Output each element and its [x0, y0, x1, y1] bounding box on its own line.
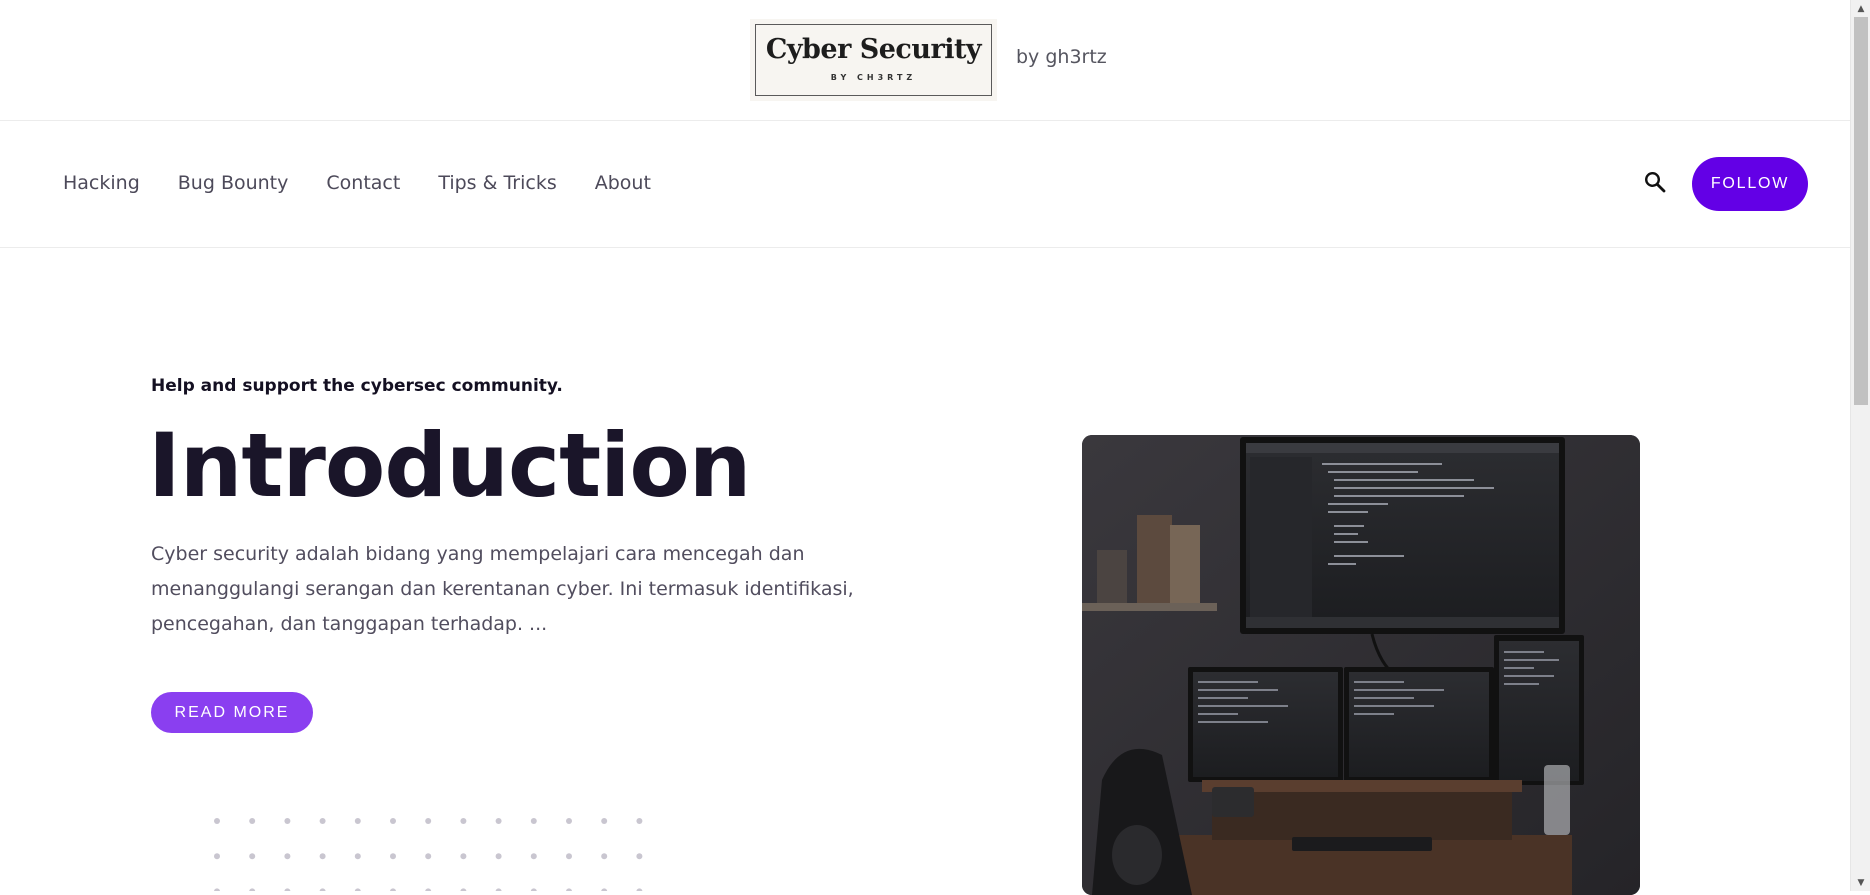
nav-menu: Hacking Bug Bounty Contact Tips & Tricks… — [63, 172, 689, 194]
scroll-down-arrow-icon[interactable]: ▼ — [1851, 874, 1870, 891]
logo-subtitle: BY CH3RTZ — [830, 73, 917, 82]
hero-title: Introduction — [148, 414, 751, 517]
main-nav: Hacking Bug Bounty Contact Tips & Tricks… — [0, 122, 1850, 248]
logo-title: Cyber Security — [765, 34, 982, 65]
hero-description: Cyber security adalah bidang yang mempel… — [151, 543, 854, 635]
hero-tagline: Help and support the cybersec community. — [151, 376, 563, 396]
site-logo[interactable]: Cyber Security BY CH3RTZ — [750, 19, 997, 101]
hero-image — [1082, 435, 1640, 895]
nav-item-hacking[interactable]: Hacking — [63, 172, 140, 194]
nav-item-about[interactable]: About — [595, 172, 651, 194]
scrollbar-thumb[interactable] — [1854, 17, 1868, 405]
vertical-scrollbar[interactable]: ▲ ▼ — [1850, 0, 1870, 891]
decorative-dot-grid — [214, 818, 643, 891]
logo-frame: Cyber Security BY CH3RTZ — [755, 24, 992, 96]
nav-item-contact[interactable]: Contact — [326, 172, 400, 194]
follow-button[interactable]: FOLLOW — [1692, 157, 1808, 211]
nav-item-tips-tricks[interactable]: Tips & Tricks — [438, 172, 556, 194]
read-more-button[interactable]: READ MORE — [151, 692, 313, 733]
search-icon[interactable] — [1643, 170, 1667, 194]
nav-item-bug-bounty[interactable]: Bug Bounty — [178, 172, 289, 194]
site-byline: by gh3rtz — [1016, 46, 1107, 68]
desk-setup-illustration — [1082, 435, 1640, 895]
scroll-up-arrow-icon[interactable]: ▲ — [1851, 0, 1870, 17]
site-header: Cyber Security BY CH3RTZ by gh3rtz — [0, 0, 1850, 121]
